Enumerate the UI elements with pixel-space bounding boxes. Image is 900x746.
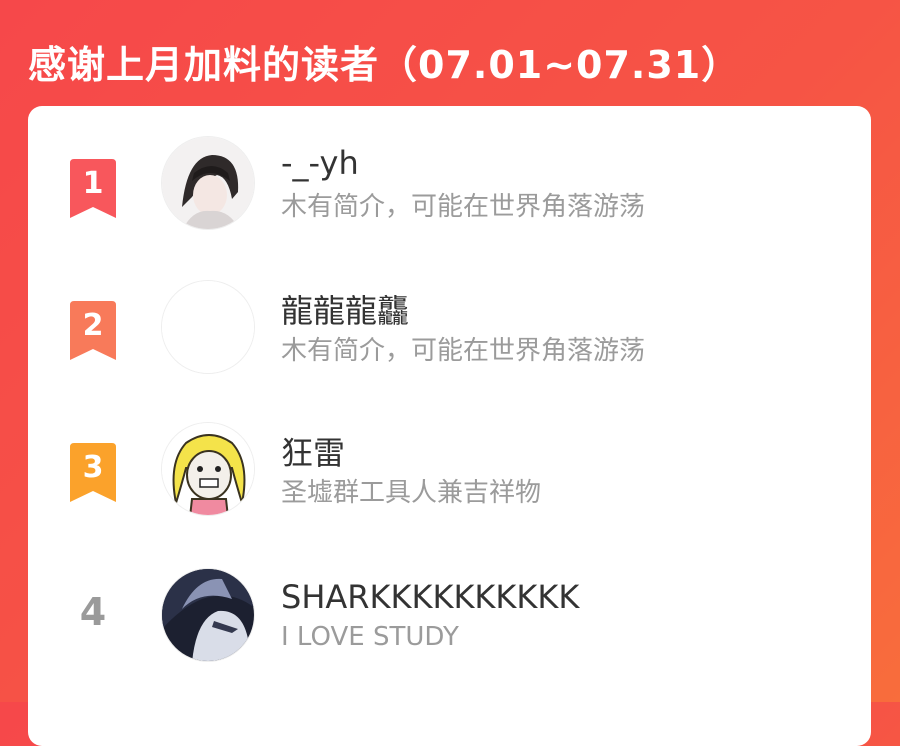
reader-bio: 木有简介，可能在世界角落游荡 — [281, 192, 646, 222]
reader-ranking-card: 1 -_-yh 木有简介，可能在世界角落游荡 2 龍龍龍龘 木有简介，可能在世界… — [28, 106, 871, 746]
rank-number: 2 — [83, 308, 104, 343]
reader-name[interactable]: 狂雷 — [281, 428, 345, 474]
blonde-cartoon-avatar-icon — [162, 423, 254, 515]
rank-number: 3 — [83, 450, 104, 485]
rank-number: 4 — [79, 590, 107, 634]
rank-1-ribbon-icon: 1 — [68, 158, 118, 220]
reader-bio: 圣墟群工具人兼吉祥物 — [281, 478, 542, 508]
reader-row-4[interactable]: 4 SHARKKKKKKKKKK I LOVE STUDY — [28, 532, 871, 662]
reader-bio: 木有简介，可能在世界角落游荡 — [281, 336, 646, 366]
reader-row-1[interactable]: 1 -_-yh 木有简介，可能在世界角落游荡 — [28, 106, 871, 236]
anime-boy-avatar-icon — [162, 137, 254, 229]
avatar[interactable] — [161, 568, 255, 662]
rank-number: 1 — [83, 166, 104, 201]
avatar[interactable] — [161, 280, 255, 374]
reader-name[interactable]: 龍龍龍龘 — [281, 286, 409, 332]
reader-bio: I LOVE STUDY — [281, 622, 459, 652]
rank-2-ribbon-icon: 2 — [68, 300, 118, 362]
page-title: 感谢上月加料的读者（07.01~07.31） — [28, 43, 741, 87]
reader-name[interactable]: -_-yh — [281, 144, 359, 182]
reader-row-3[interactable]: 3 狂雷 圣墟群工具人兼吉祥物 — [28, 390, 871, 520]
reader-row-2[interactable]: 2 龍龍龍龘 木有简介，可能在世界角落游荡 — [28, 248, 871, 378]
avatar[interactable] — [161, 422, 255, 516]
blank-avatar-icon — [162, 281, 254, 373]
rank-3-ribbon-icon: 3 — [68, 442, 118, 504]
avatar[interactable] — [161, 136, 255, 230]
reader-name[interactable]: SHARKKKKKKKKKK — [281, 578, 579, 616]
dark-anime-avatar-icon — [162, 569, 254, 661]
